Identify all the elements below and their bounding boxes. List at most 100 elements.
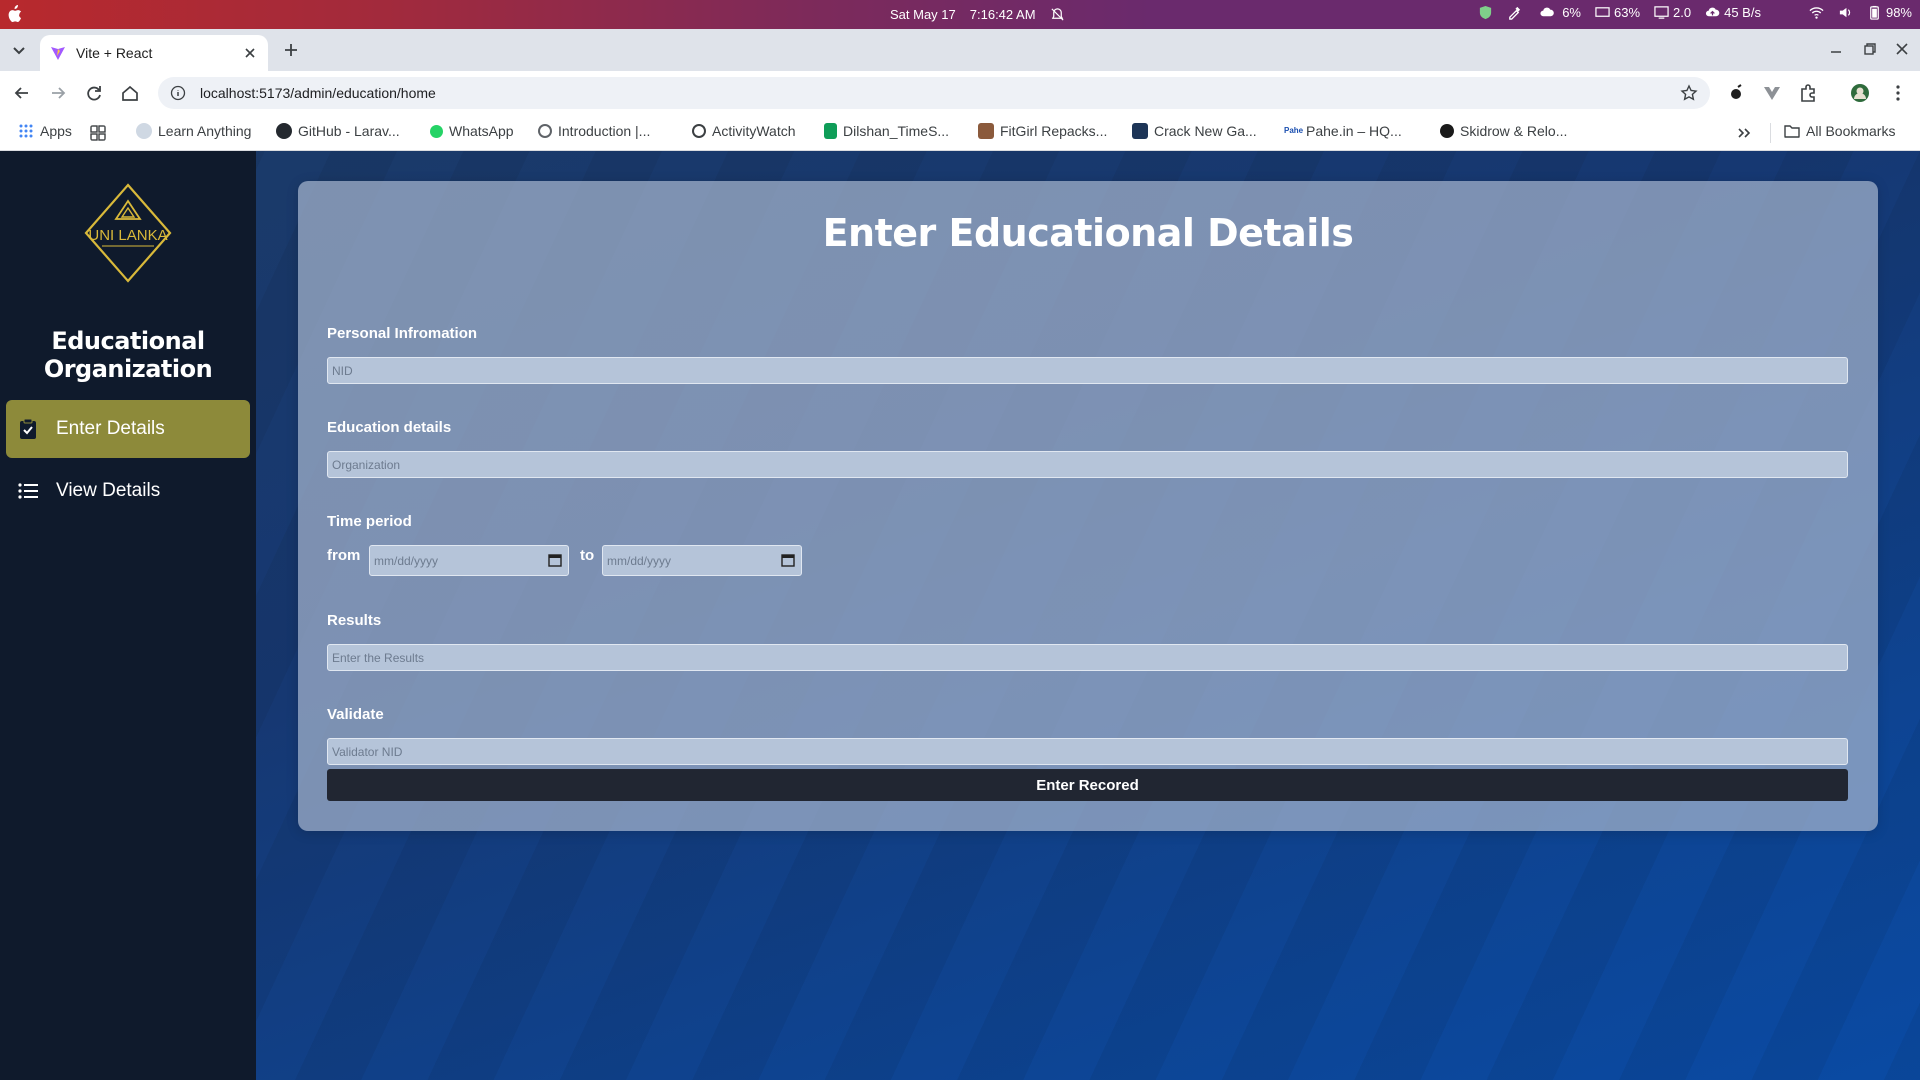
uni-lanka-logo: UNI LANKA [84,183,172,283]
home-icon[interactable] [120,83,140,103]
bookmark-whatsapp[interactable]: WhatsApp [430,123,514,139]
forward-icon[interactable] [48,83,68,103]
site-info-icon[interactable] [170,85,186,101]
extensions-puzzle-icon[interactable] [1798,83,1818,103]
sheets-icon [824,123,837,139]
enter-record-button[interactable]: Enter Recored [327,769,1848,801]
os-date[interactable]: Sat May 17 [890,7,956,22]
circle-icon [538,124,552,138]
os-time[interactable]: 7:16:42 AM [970,7,1036,22]
validator-nid-input[interactable] [327,738,1848,765]
notifications-off-icon[interactable] [1050,7,1065,22]
from-date-input[interactable]: mm/dd/yyyy [369,545,569,576]
battery-icon [1870,5,1879,20]
bookmark-fitgirl[interactable]: FitGirl Repacks... [978,123,1107,139]
color-picker-icon[interactable] [1507,5,1522,20]
bookmark-skidrow[interactable]: Skidrow & Relo... [1440,123,1567,139]
crack-games-icon [1132,123,1148,139]
bookmark-label: GitHub - Larav... [298,123,400,139]
reload-icon[interactable] [84,83,104,103]
organization-input[interactable] [327,451,1848,478]
bookmark-dilshan-timesheet[interactable]: Dilshan_TimeS... [824,123,949,139]
github-icon [276,123,292,139]
tab-groups-icon[interactable] [90,125,106,141]
bookmark-pahe[interactable]: Pahe Pahe.in – HQ... [1284,123,1402,139]
apple-icon[interactable] [6,5,22,23]
more-options-icon[interactable] [1888,83,1908,103]
sidebar-item-enter-details[interactable]: Enter Details [6,400,250,458]
restore-icon[interactable] [1862,41,1878,57]
activitywatch-icon [692,124,706,138]
bookmark-label: Dilshan_TimeS... [843,123,950,139]
bookmark-label: ActivityWatch [712,123,796,139]
bookmark-label: Crack New Ga... [1154,123,1257,139]
education-details-label: Education details [327,419,452,436]
sidebar: UNI LANKA Educational Organization Enter… [0,151,256,1080]
bookmark-star-icon[interactable] [1680,84,1698,102]
validate-label: Validate [327,706,384,723]
wifi-icon[interactable] [1809,5,1824,20]
bookmark-label: Learn Anything [158,123,252,139]
pahe-icon: Pahe [1284,123,1303,139]
whatsapp-icon [430,124,443,138]
to-date-input[interactable]: mm/dd/yyyy [602,545,802,576]
bookmark-label: Apps [40,123,72,139]
bookmark-label: Skidrow & Relo... [1460,123,1568,139]
nid-input[interactable] [327,357,1848,384]
to-date-placeholder: mm/dd/yyyy [607,553,672,568]
extension-dark-reader-icon[interactable] [1726,83,1746,103]
sidebar-item-view-details[interactable]: View Details [6,462,250,520]
apps-grid-icon [19,124,33,138]
battery-value: 98% [1885,5,1912,20]
bookmark-introduction[interactable]: Introduction |... [538,123,650,139]
extension-vue-icon[interactable] [1762,83,1782,103]
personal-info-label: Personal Infromation [327,325,478,342]
calendar-icon[interactable] [781,553,795,567]
time-period-label: Time period [327,513,412,530]
folder-icon [1784,125,1800,138]
network-value: 45 B/s [1724,5,1761,20]
bookmarks-divider [1770,123,1771,143]
cloud-upload-icon [1706,7,1720,17]
form-title: Enter Educational Details [822,211,1354,255]
weather-indicator[interactable]: 6% [1536,5,1581,20]
bookmark-label: Pahe.in – HQ... [1306,123,1402,139]
to-label: to [580,547,595,564]
display-indicator[interactable]: 2.0 [1654,5,1691,20]
bookmark-label: FitGirl Repacks... [1000,123,1108,139]
tab-search-icon[interactable] [8,39,30,61]
back-icon[interactable] [12,83,32,103]
bookmark-label: WhatsApp [449,123,514,139]
minimize-icon[interactable] [1828,41,1844,57]
bookmarks-bar: Apps Learn Anything GitHub - Larav... Wh… [0,115,1920,151]
bookmark-apps[interactable]: Apps [18,123,72,139]
close-window-icon[interactable] [1894,41,1910,57]
bookmark-learn-anything[interactable]: Learn Anything [136,123,251,139]
shield-icon[interactable] [1478,5,1493,20]
sidebar-item-label: Enter Details [56,418,165,439]
bookmark-activitywatch[interactable]: ActivityWatch [692,123,796,139]
close-icon[interactable] [242,45,258,61]
bookmark-crack-new-games[interactable]: Crack New Ga... [1132,123,1257,139]
bookmark-github[interactable]: GitHub - Larav... [276,123,400,139]
volume-icon[interactable] [1838,5,1853,20]
display-value: 2.0 [1673,5,1692,20]
calendar-icon[interactable] [548,553,562,567]
network-indicator[interactable]: 45 B/s [1705,5,1761,20]
bookmark-label: Introduction |... [558,123,651,139]
education-form-card: Enter Educational Details Personal Infro… [298,181,1878,831]
from-label: from [327,547,361,564]
organization-title: Educational Organization [43,327,213,383]
all-bookmarks-folder[interactable]: All Bookmarks [1784,123,1895,139]
battery-indicator[interactable]: 98% [1867,5,1912,20]
battery-saver-indicator[interactable]: 63% [1595,5,1640,20]
profile-avatar-icon[interactable] [1850,83,1870,103]
clipboard-check-icon [20,418,36,439]
display-icon [1654,6,1669,19]
new-tab-icon[interactable] [282,41,300,59]
results-input[interactable] [327,644,1848,671]
chevron-double-right-icon[interactable] [1736,125,1752,141]
cloud-icon [1540,7,1555,17]
browser-tab-active[interactable]: Vite + React [40,35,268,71]
address-bar[interactable]: localhost:5173/admin/education/home [158,77,1710,109]
